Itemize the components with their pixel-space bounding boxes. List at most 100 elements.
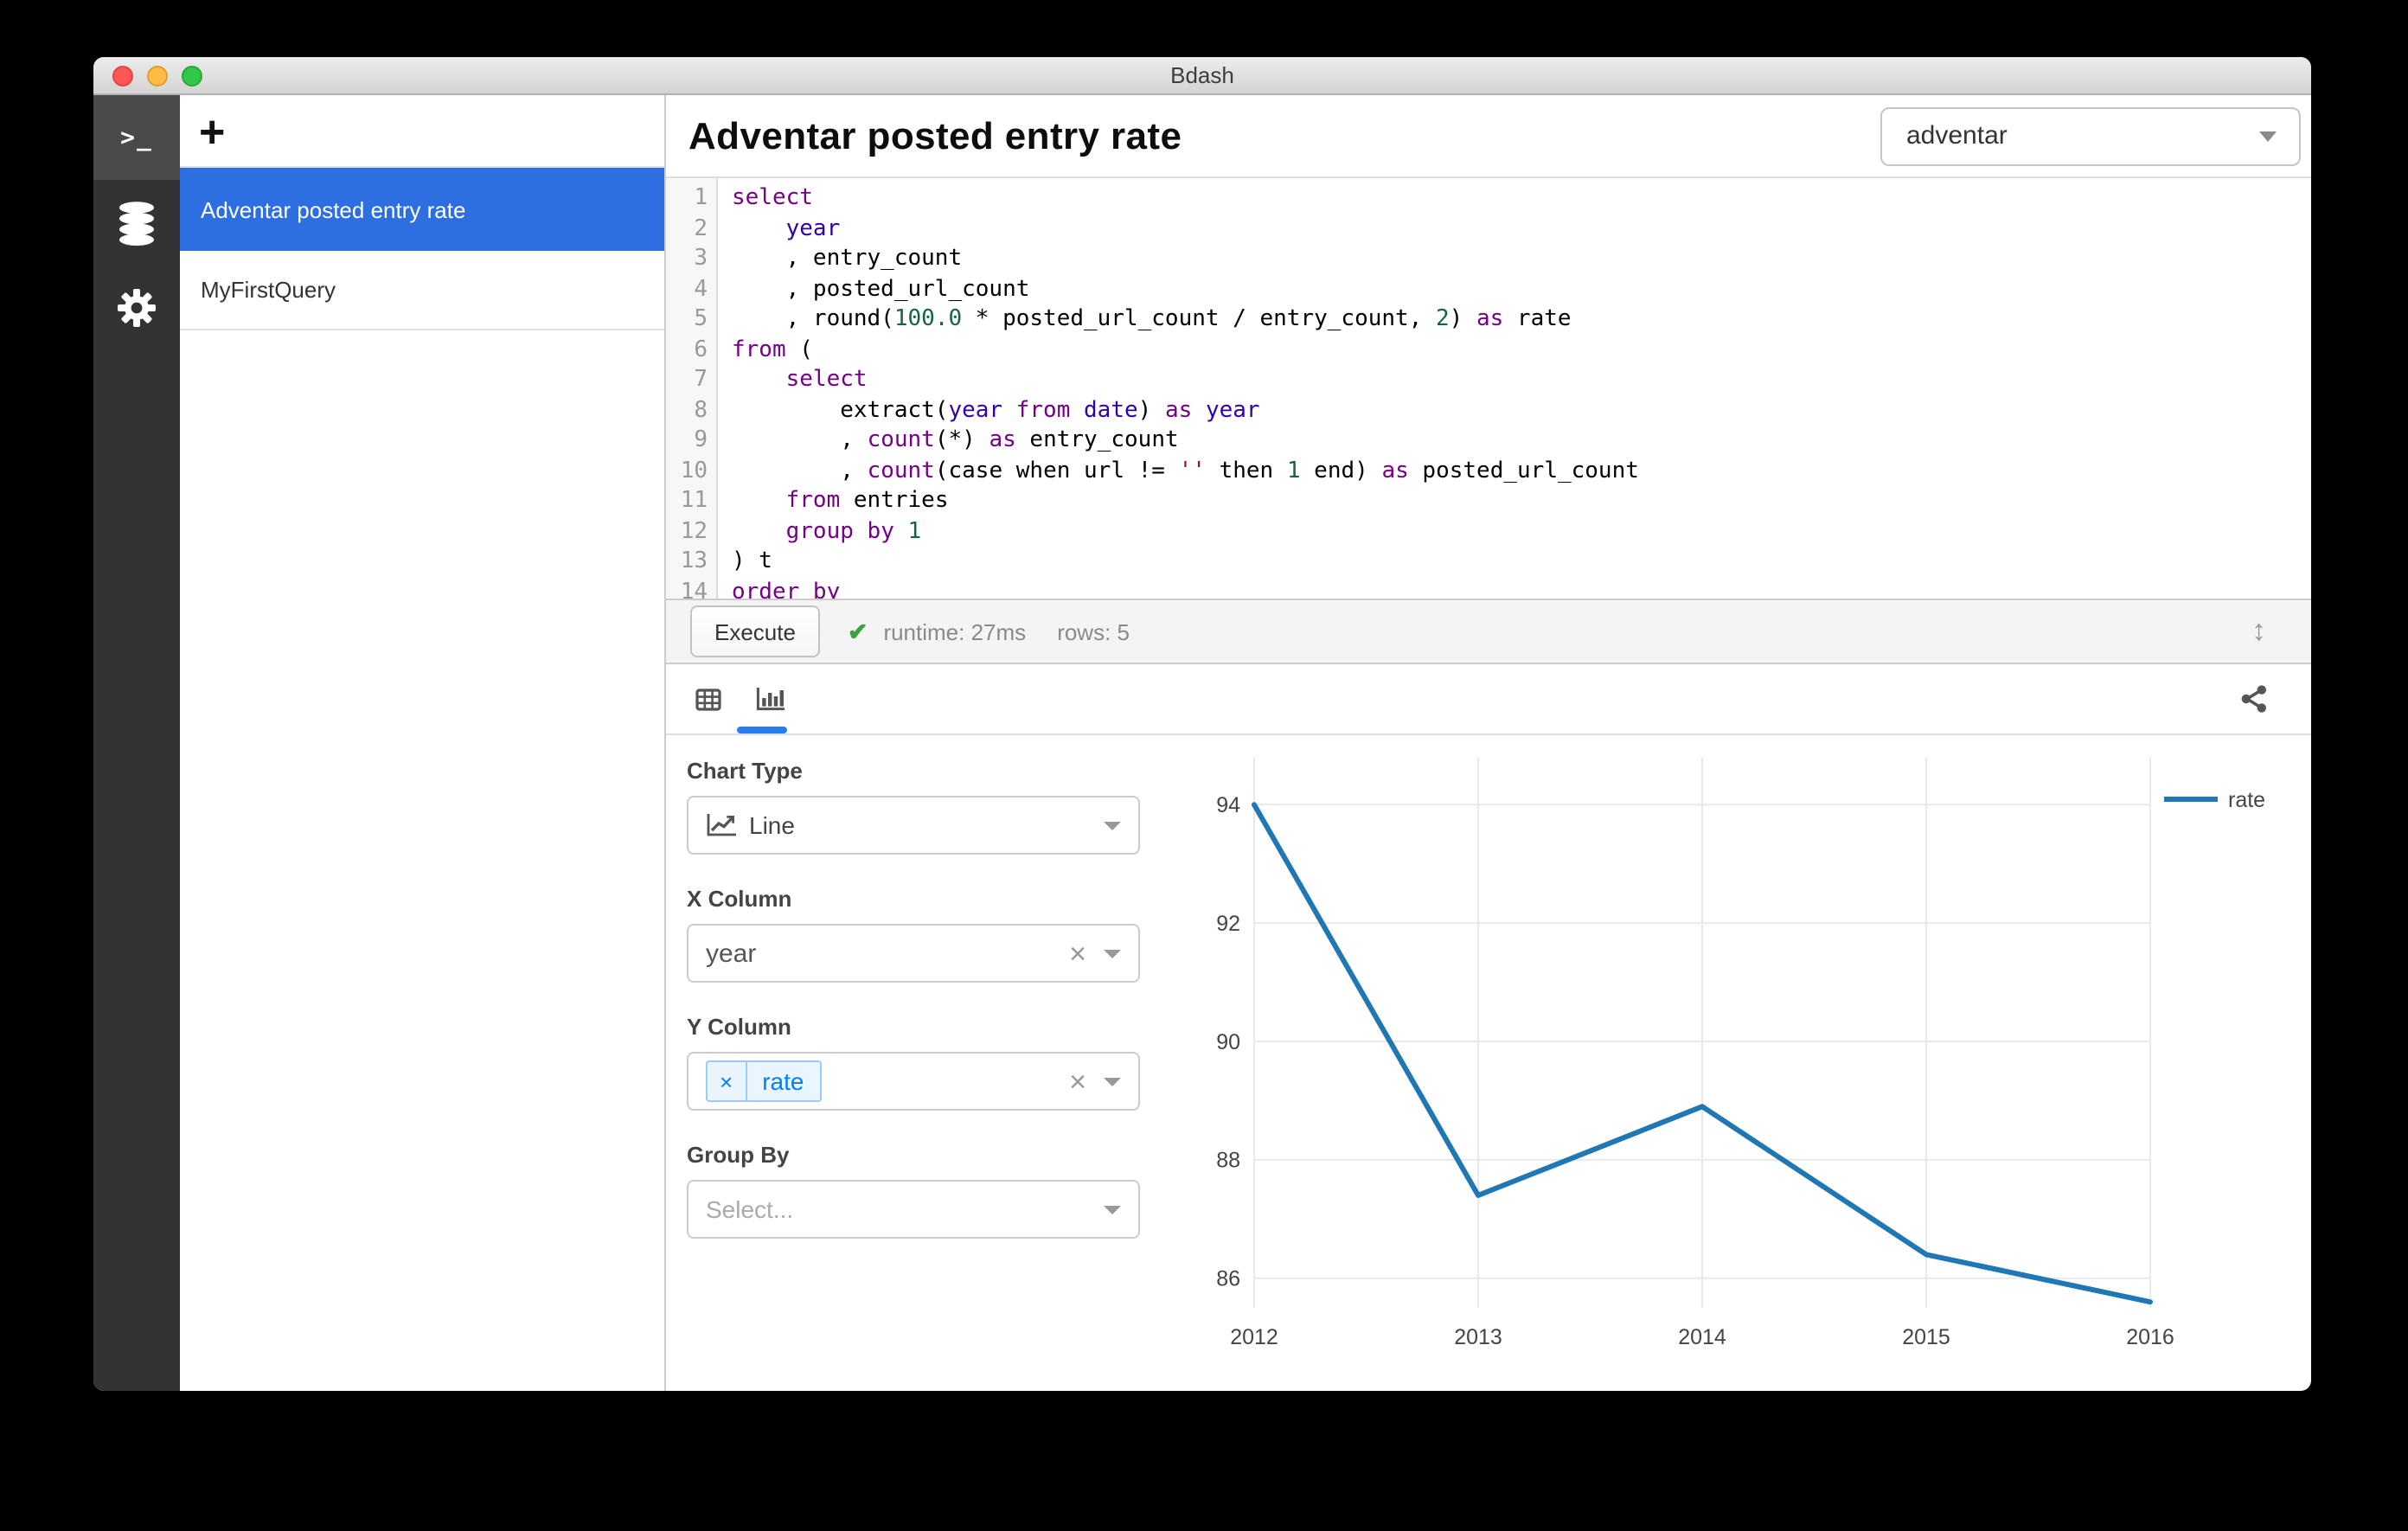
- x-column-label: X Column: [687, 886, 792, 912]
- y-tick-label: 94: [1216, 793, 1240, 817]
- group-by-select[interactable]: Select...: [687, 1180, 1140, 1239]
- line-number: 1: [694, 185, 708, 211]
- code-line: select: [732, 185, 813, 211]
- sql-editor[interactable]: 1 2 3 4 5 6 7 8 9 10 11 12 13 14 select year , entry_…: [666, 178, 2311, 599]
- chevron-down-icon: [1104, 1205, 1121, 1214]
- code-line: , round(100.0 * posted_url_count / entry…: [732, 306, 1572, 332]
- y-column-label: Y Column: [687, 1014, 791, 1040]
- close-window-button[interactable]: [112, 65, 133, 86]
- chevron-down-icon: [1104, 821, 1121, 830]
- nav-data-sources[interactable]: [93, 180, 180, 265]
- code-line: , count(case when url != '' then 1 end) …: [732, 458, 1639, 484]
- execute-toolbar: Execute ✔ runtime: 27ms rows: 5 ↕: [666, 599, 2311, 664]
- code-line: from entries: [785, 488, 949, 514]
- code-line: year: [785, 215, 841, 241]
- line-number: 9: [694, 427, 708, 453]
- bdash-window: Bdash >_ + Adventar posted entry rate My…: [93, 57, 2311, 1391]
- y-column-tag-label: rate: [762, 1067, 804, 1095]
- line-number: 5: [694, 306, 708, 332]
- line-number: 13: [680, 548, 708, 574]
- query-list-panel: + Adventar posted entry rate MyFirstQuery: [180, 95, 666, 1391]
- x-tick-label: 2016: [2126, 1325, 2174, 1349]
- remove-tag-icon[interactable]: ×: [708, 1062, 747, 1100]
- active-tab-indicator: [737, 727, 787, 733]
- main-panel: Adventar posted entry rate adventar 12 3 4…: [666, 95, 2311, 1391]
- chart-section: Chart Type Line X Column year × Y Column…: [666, 735, 2311, 1391]
- legend-label[interactable]: rate: [2228, 788, 2265, 812]
- minimize-window-button[interactable]: [147, 65, 168, 86]
- query-list-item[interactable]: MyFirstQuery: [180, 251, 664, 330]
- terminal-icon: >_: [120, 124, 153, 151]
- share-icon: [2241, 685, 2266, 713]
- runtime-status: runtime: 27ms: [883, 618, 1027, 644]
- line-number: 3: [694, 246, 708, 272]
- sql-code[interactable]: select year , entry_count , posted_url_c…: [718, 178, 2311, 599]
- tab-table[interactable]: [695, 664, 721, 733]
- code-line: , posted_url_count: [732, 276, 1030, 302]
- share-button[interactable]: [2238, 683, 2270, 714]
- table-icon: [695, 688, 721, 710]
- line-number: 10: [680, 458, 708, 484]
- bar-chart-icon: [756, 688, 785, 711]
- title-bar[interactable]: Bdash: [93, 57, 2311, 95]
- data-source-value: adventar: [1906, 121, 2008, 151]
- window-title: Bdash: [1170, 62, 1234, 88]
- line-number: 7: [694, 367, 708, 393]
- chart-type-value: Line: [749, 811, 795, 839]
- add-query-button[interactable]: +: [199, 108, 225, 153]
- line-number: 11: [680, 488, 708, 514]
- y-tick-label: 88: [1216, 1149, 1240, 1173]
- page-title: Adventar posted entry rate: [688, 113, 1182, 157]
- code-line: select: [785, 367, 868, 393]
- code-line: , count(*) as entry_count: [732, 427, 1179, 453]
- tab-chart[interactable]: [756, 664, 785, 733]
- gear-icon: [118, 288, 156, 326]
- execute-button[interactable]: Execute: [690, 605, 820, 657]
- line-number: 8: [694, 397, 708, 423]
- code-line: , entry_count: [732, 246, 963, 272]
- y-column-select[interactable]: × rate ×: [687, 1052, 1140, 1111]
- zoom-window-button[interactable]: [182, 65, 202, 86]
- line-number-gutter: 1 2 3 4 5 6 7 8 9 10 11 12 13 14: [666, 178, 718, 599]
- chart-type-label: Chart Type: [687, 758, 803, 784]
- result-tabs: [666, 664, 2311, 735]
- nav-queries-terminal[interactable]: >_: [93, 95, 180, 180]
- line-number: 6: [694, 336, 708, 362]
- y-tick-label: 90: [1216, 1030, 1240, 1054]
- query-list-header: +: [180, 95, 664, 168]
- nav-settings[interactable]: [93, 265, 180, 349]
- clear-icon[interactable]: ×: [1069, 1067, 1086, 1096]
- code-line: ) t: [732, 548, 772, 574]
- code-line: from (: [732, 336, 813, 362]
- window-controls: [112, 57, 202, 93]
- chart-type-select[interactable]: Line: [687, 796, 1140, 855]
- clear-icon[interactable]: ×: [1069, 938, 1086, 968]
- line-chart[interactable]: 86 88 90 92 94 2012 2013 2014 2015 2016 rate: [1185, 735, 2311, 1358]
- chevron-down-icon: [1104, 1077, 1121, 1086]
- activity-bar: >_: [93, 95, 180, 1391]
- x-tick-label: 2013: [1454, 1325, 1502, 1349]
- query-list-item[interactable]: Adventar posted entry rate: [180, 168, 664, 251]
- y-tick-label: 86: [1216, 1267, 1240, 1291]
- code-line: group by 1: [785, 518, 922, 544]
- resize-handle-icon[interactable]: ↕: [2251, 614, 2266, 649]
- code-line: order by: [732, 579, 841, 599]
- database-icon: [119, 201, 154, 245]
- y-column-tag: × rate: [706, 1060, 822, 1102]
- line-number: 4: [694, 276, 708, 302]
- chevron-down-icon: [2259, 131, 2277, 141]
- x-column-select[interactable]: year ×: [687, 924, 1140, 983]
- x-tick-label: 2015: [1902, 1325, 1950, 1349]
- main-header: Adventar posted entry rate adventar: [666, 95, 2311, 178]
- line-number: 14: [680, 579, 708, 599]
- x-tick-label: 2014: [1678, 1325, 1726, 1349]
- data-source-select[interactable]: adventar: [1880, 106, 2301, 165]
- group-by-placeholder: Select...: [706, 1195, 794, 1223]
- x-tick-label: 2012: [1230, 1325, 1278, 1349]
- rows-status: rows: 5: [1057, 618, 1130, 644]
- chart-controls: Chart Type Line X Column year × Y Column…: [666, 735, 1140, 1391]
- line-number: 12: [680, 518, 708, 544]
- code-line: extract(year from date) as year: [732, 397, 1260, 423]
- group-by-label: Group By: [687, 1142, 790, 1168]
- line-chart-icon: [706, 813, 737, 837]
